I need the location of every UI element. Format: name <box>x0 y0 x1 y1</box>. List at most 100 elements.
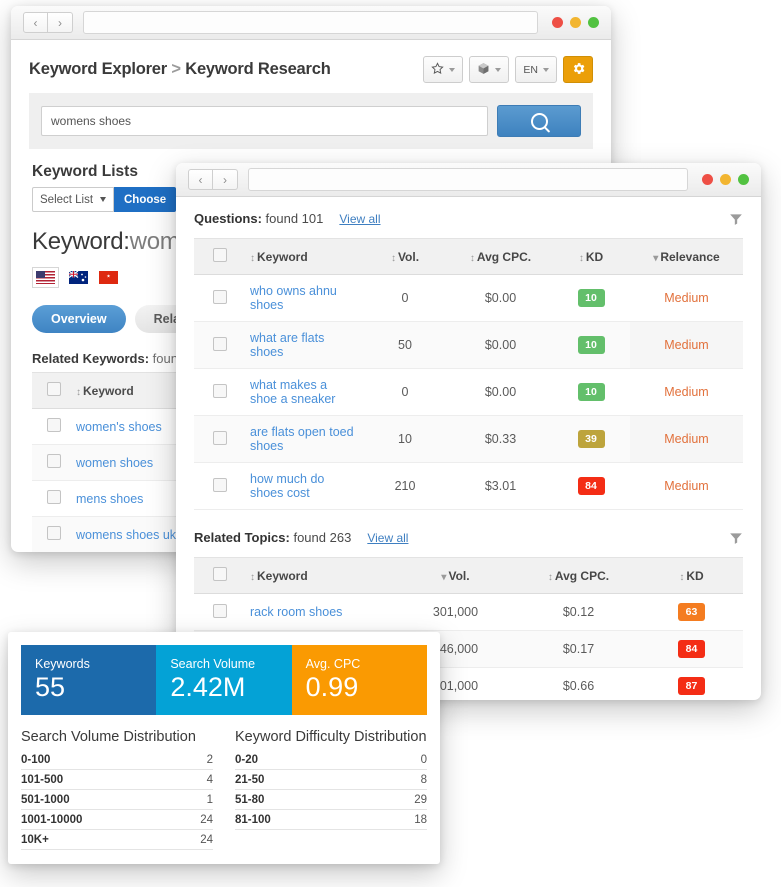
column-relevance[interactable]: ▾Relevance <box>630 239 743 275</box>
minimize-icon[interactable] <box>720 174 731 185</box>
distribution-count: 24 <box>200 834 213 846</box>
column-keyword-label: Keyword <box>83 384 134 398</box>
row-checkbox[interactable] <box>47 418 61 432</box>
related-topics-view-all-link[interactable]: View all <box>367 531 408 545</box>
favorites-button[interactable] <box>423 56 463 83</box>
maximize-icon[interactable] <box>588 17 599 28</box>
back-icon[interactable]: ‹ <box>188 169 213 190</box>
distribution-count: 8 <box>421 774 427 786</box>
row-checkbox[interactable] <box>47 454 61 468</box>
row-keyword[interactable]: what are flats shoes <box>246 322 361 369</box>
column-kd[interactable]: ↕KD <box>640 558 743 594</box>
row-checkbox[interactable] <box>213 478 227 492</box>
breadcrumb-root[interactable]: Keyword Explorer <box>29 60 167 78</box>
row-keyword[interactable]: what makes a shoe a sneaker <box>246 369 361 416</box>
column-vol[interactable]: ↕Vol. <box>361 239 449 275</box>
distribution-row: 10K+24 <box>21 830 213 850</box>
forward-icon[interactable]: › <box>213 169 238 190</box>
minimize-icon[interactable] <box>570 17 581 28</box>
row-checkbox[interactable] <box>213 337 227 351</box>
column-vol[interactable]: ▾Vol. <box>394 558 517 594</box>
column-keyword[interactable]: ↕Keyword <box>246 239 361 275</box>
row-select-cell <box>32 409 76 445</box>
row-checkbox[interactable] <box>213 604 227 618</box>
filter-icon[interactable] <box>729 212 743 226</box>
distribution-row: 501-10001 <box>21 790 213 810</box>
row-avg-cpc: $0.33 <box>449 416 552 463</box>
language-button[interactable]: EN <box>515 56 557 83</box>
row-select-cell <box>32 481 76 517</box>
row-keyword[interactable]: are flats open toed shoes <box>246 416 361 463</box>
filter-icon[interactable] <box>729 531 743 545</box>
row-avg-cpc: $0.17 <box>517 631 640 668</box>
distribution-row: 0-200 <box>235 750 427 770</box>
select-list-dropdown[interactable]: Select List <box>32 187 114 212</box>
maximize-icon[interactable] <box>738 174 749 185</box>
questions-found: found 101 <box>266 211 324 226</box>
select-all-checkbox[interactable] <box>47 382 61 396</box>
row-keyword[interactable]: how much do shoes cost <box>246 463 361 510</box>
breadcrumb-leaf: Keyword Research <box>185 60 330 78</box>
forward-icon[interactable]: › <box>48 12 73 33</box>
search-input[interactable] <box>41 106 488 136</box>
row-select-cell <box>194 369 246 416</box>
row-checkbox[interactable] <box>213 290 227 304</box>
back-icon[interactable]: ‹ <box>23 12 48 33</box>
row-checkbox[interactable] <box>213 384 227 398</box>
screenshot-stage: ‹ › Keyword Explorer > Keyword Research <box>0 0 781 887</box>
select-all-header <box>194 558 246 594</box>
column-kd[interactable]: ↕KD <box>552 239 630 275</box>
sort-icon: ↕ <box>579 253 584 264</box>
select-all-checkbox[interactable] <box>213 248 227 262</box>
select-all-checkbox[interactable] <box>213 567 227 581</box>
kpi-value: 55 <box>35 673 142 701</box>
row-vol: 301,000 <box>394 594 517 631</box>
row-vol: 10 <box>361 416 449 463</box>
choose-button[interactable]: Choose <box>114 187 176 212</box>
distribution-count: 4 <box>207 774 213 786</box>
distribution-count: 24 <box>200 814 213 826</box>
window2-titlebar: ‹ › <box>176 163 761 197</box>
kd-badge: 39 <box>578 430 605 448</box>
locale-hk[interactable] <box>98 267 119 288</box>
column-kd-label: KD <box>686 569 703 583</box>
row-checkbox[interactable] <box>213 431 227 445</box>
tab-overview[interactable]: Overview <box>32 305 126 333</box>
kd-badge: 10 <box>578 383 605 401</box>
kd-badge: 87 <box>678 677 705 695</box>
distribution-row: 0-1002 <box>21 750 213 770</box>
row-keyword[interactable]: rack room shoes <box>246 594 394 631</box>
kpi-card: Search Volume2.42M <box>156 645 291 715</box>
hk-flag-icon <box>99 271 118 284</box>
row-keyword[interactable]: who owns ahnu shoes <box>246 275 361 322</box>
row-kd: 63 <box>640 594 743 631</box>
search-button[interactable] <box>497 105 581 137</box>
column-keyword[interactable]: ↕Keyword <box>246 558 394 594</box>
related-topics-label: Related Topics: <box>194 530 290 545</box>
row-avg-cpc: $0.66 <box>517 668 640 701</box>
au-flag-icon <box>69 271 88 284</box>
keyword-results-window: ‹ › Questions: found 101 View all <box>176 163 761 700</box>
locale-us[interactable] <box>32 267 59 288</box>
projects-button[interactable] <box>469 56 509 83</box>
sort-desc-icon: ▾ <box>653 253 658 264</box>
column-avg-cpc[interactable]: ↕Avg CPC. <box>517 558 640 594</box>
close-icon[interactable] <box>702 174 713 185</box>
column-avg-cpc[interactable]: ↕Avg CPC. <box>449 239 552 275</box>
address-bar[interactable] <box>83 11 538 34</box>
locale-au[interactable] <box>68 267 89 288</box>
row-kd: 39 <box>552 416 630 463</box>
distribution-count: 1 <box>207 794 213 806</box>
close-icon[interactable] <box>552 17 563 28</box>
distribution-bucket: 0-20 <box>235 754 258 766</box>
row-checkbox[interactable] <box>47 490 61 504</box>
questions-view-all-link[interactable]: View all <box>339 212 380 226</box>
row-relevance: Medium <box>630 275 743 322</box>
address-bar[interactable] <box>248 168 688 191</box>
row-checkbox[interactable] <box>47 526 61 540</box>
settings-button[interactable] <box>563 56 593 83</box>
distribution-bucket: 81-100 <box>235 814 271 826</box>
row-relevance: Medium <box>630 463 743 510</box>
row-select-cell <box>194 463 246 510</box>
kd-badge: 63 <box>678 603 705 621</box>
